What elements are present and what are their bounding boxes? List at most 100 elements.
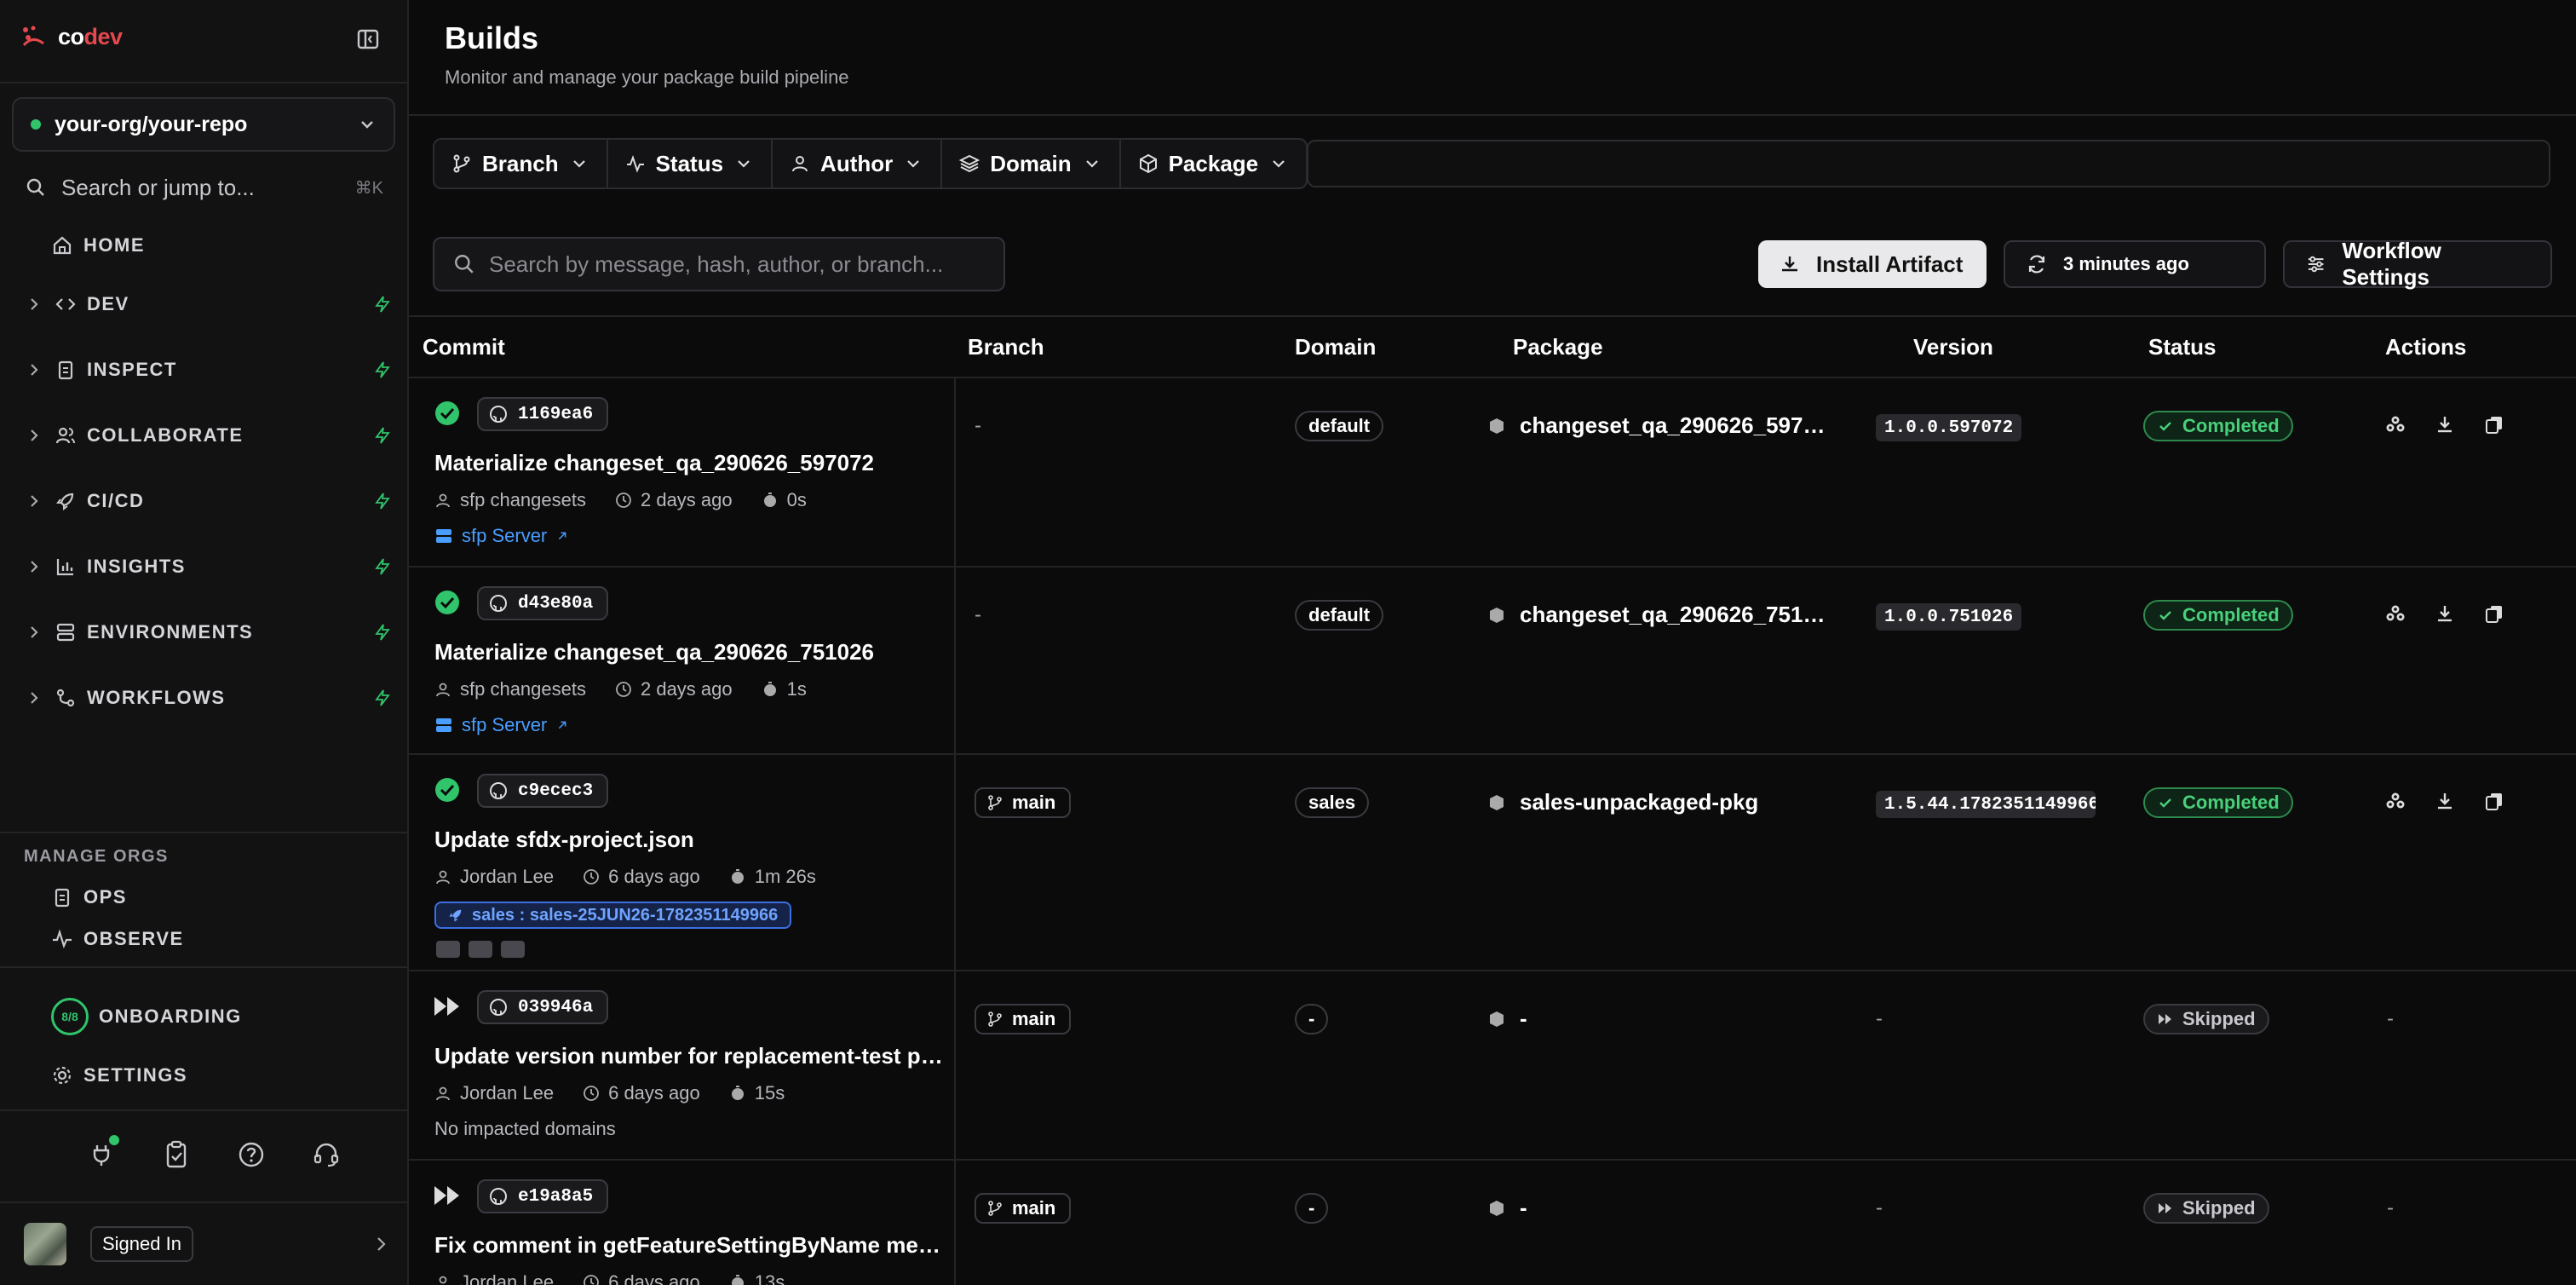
package-cell[interactable]: changeset_qa_290626_597072 <box>1487 412 1826 439</box>
branch-chip[interactable]: main <box>975 787 1072 818</box>
sidebar-item-dev[interactable]: DEV <box>26 287 392 321</box>
chevron-right-icon <box>31 561 38 573</box>
filter-branch[interactable]: Branch <box>434 140 608 187</box>
user-icon <box>436 1086 450 1101</box>
commit-meta: Jordan Lee 6 days ago 1m 26s <box>434 866 816 888</box>
rocket-icon <box>56 493 74 510</box>
user-icon <box>439 1276 447 1284</box>
server-icon <box>436 718 451 732</box>
package-cell[interactable]: sales-unpackaged-pkg <box>1487 789 1758 815</box>
timer-icon <box>731 869 744 884</box>
table-row[interactable]: 039946a Update version number for replac… <box>409 971 2576 1161</box>
fast-forward-icon <box>434 997 459 1016</box>
commit-message[interactable]: Fix comment in getFeatureSettingByName m… <box>434 1232 946 1259</box>
help-icon[interactable] <box>235 1138 267 1171</box>
package-cell[interactable]: changeset_qa_290626_751026 <box>1487 602 1826 628</box>
commit-hash[interactable]: c9ecec3 <box>477 774 609 808</box>
commit-hash[interactable]: e19a8a5 <box>477 1179 609 1213</box>
table-row[interactable]: d43e80a Materialize changeset_qa_290626_… <box>409 568 2576 755</box>
filter-domain[interactable]: Domain <box>942 140 1121 187</box>
user-menu[interactable]: Signed In <box>24 1222 390 1266</box>
col-status[interactable]: Status <box>2148 334 2216 360</box>
col-package[interactable]: Package <box>1513 334 1603 360</box>
copy-icon[interactable] <box>2484 791 2504 811</box>
clock-icon <box>584 1275 599 1285</box>
chevron-right-icon <box>31 298 38 310</box>
sidebar-item-inspect[interactable]: INSPECT <box>26 353 392 387</box>
sfp-server-link[interactable]: sfp Server <box>434 714 569 736</box>
sidebar-item-environments[interactable]: ENVIRONMENTS <box>26 615 392 649</box>
commit-message[interactable]: Materialize changeset_qa_290626_751026 <box>434 639 874 666</box>
sidebar-item-ops[interactable]: OPS <box>26 880 392 914</box>
filter-author[interactable]: Author <box>773 140 943 187</box>
col-branch[interactable]: Branch <box>968 334 1044 360</box>
commit-message[interactable]: Update version number for replacement-te… <box>434 1043 946 1069</box>
plug-icon[interactable] <box>85 1135 119 1171</box>
col-domain[interactable]: Domain <box>1295 334 1376 360</box>
sfp-server-link[interactable]: sfp Server <box>434 525 569 547</box>
chevron-right-icon <box>31 364 38 376</box>
sidebar-item-label: COLLABORATE <box>87 424 244 446</box>
commit-hash[interactable]: 1169ea6 <box>477 397 609 431</box>
sidebar-item-insights[interactable]: INSIGHTS <box>26 550 392 584</box>
github-icon <box>490 782 507 799</box>
deploy-icon[interactable] <box>2385 603 2406 624</box>
table-row[interactable]: 1169ea6 Materialize changeset_qa_290626_… <box>409 378 2576 568</box>
check-icon <box>2159 422 2171 431</box>
search-jump[interactable]: Search or jump to... ⌘K <box>26 172 383 203</box>
install-artifact-button[interactable]: Install Artifact <box>1758 240 1987 288</box>
filter-package[interactable]: Package <box>1121 140 1307 187</box>
sidebar-item-collaborate[interactable]: COLLABORATE <box>26 418 392 452</box>
row-actions <box>2385 414 2504 435</box>
repo-selector[interactable]: your-org/your-repo <box>12 97 395 152</box>
chevron-down-icon <box>572 160 585 168</box>
table-row[interactable]: c9ecec3 Update sfdx-project.json Jordan … <box>409 755 2576 971</box>
download-icon[interactable] <box>2435 603 2455 624</box>
deploy-icon[interactable] <box>2385 791 2406 811</box>
sidebar-item-settings[interactable]: SETTINGS <box>26 1058 392 1092</box>
copy-icon[interactable] <box>2484 603 2504 624</box>
fast-forward-icon <box>2159 1203 2171 1213</box>
commit-cell: 039946a Update version number for replac… <box>409 971 956 1159</box>
domain-chip: - <box>1295 1004 1329 1034</box>
download-icon[interactable] <box>2435 791 2455 811</box>
package-name: changeset_qa_290626_751026 <box>1520 602 1826 627</box>
deploy-icon[interactable] <box>2385 414 2406 435</box>
refresh-button[interactable]: 3 minutes ago <box>2004 240 2266 288</box>
sidebar-item-cicd[interactable]: CI/CD <box>26 484 392 518</box>
branch-chip[interactable]: main <box>975 1004 1072 1034</box>
commit-hash[interactable]: d43e80a <box>477 586 609 620</box>
sidebar-item-onboarding[interactable]: 8/8 ONBOARDING <box>26 995 392 1038</box>
clipboard-check-icon[interactable] <box>160 1138 193 1171</box>
table-row[interactable]: e19a8a5 Fix comment in getFeatureSetting… <box>409 1161 2576 1285</box>
commit-hash[interactable]: 039946a <box>477 990 609 1024</box>
timer-icon <box>731 1275 744 1285</box>
filter-status[interactable]: Status <box>608 140 773 187</box>
sidebar-item-label: ENVIRONMENTS <box>87 621 254 642</box>
home-icon <box>53 236 72 255</box>
sidebar-item-label: ONBOARDING <box>99 1006 242 1027</box>
server-icon <box>56 623 75 642</box>
sidebar-item-observe[interactable]: OBSERVE <box>26 922 392 956</box>
page-title: Builds <box>445 20 539 55</box>
github-icon <box>490 595 507 612</box>
search-input[interactable] <box>489 251 985 278</box>
sidebar-collapse-icon[interactable] <box>356 27 380 51</box>
col-version[interactable]: Version <box>1913 334 1993 360</box>
chevron-down-icon <box>1085 160 1098 168</box>
gear-icon <box>53 1066 72 1085</box>
commit-message[interactable]: Update sfdx-project.json <box>434 827 694 853</box>
sidebar-item-home[interactable]: HOME <box>26 228 392 262</box>
deployment-chip[interactable]: sales : sales-25JUN26-1782351149966 <box>434 902 792 929</box>
copy-icon[interactable] <box>2484 414 2504 435</box>
workflow-settings-button[interactable]: Workflow Settings <box>2283 238 2552 290</box>
brand[interactable]: codev <box>20 24 123 50</box>
col-commit[interactable]: Commit <box>423 334 505 360</box>
sidebar-item-workflows[interactable]: WORKFLOWS <box>26 681 392 715</box>
check-icon <box>2159 798 2171 808</box>
commit-message[interactable]: Materialize changeset_qa_290626_597072 <box>434 450 874 476</box>
download-icon[interactable] <box>2435 414 2455 435</box>
headset-icon[interactable] <box>310 1138 342 1171</box>
branch-chip[interactable]: main <box>975 1193 1072 1224</box>
codev-logo-icon <box>22 26 44 46</box>
